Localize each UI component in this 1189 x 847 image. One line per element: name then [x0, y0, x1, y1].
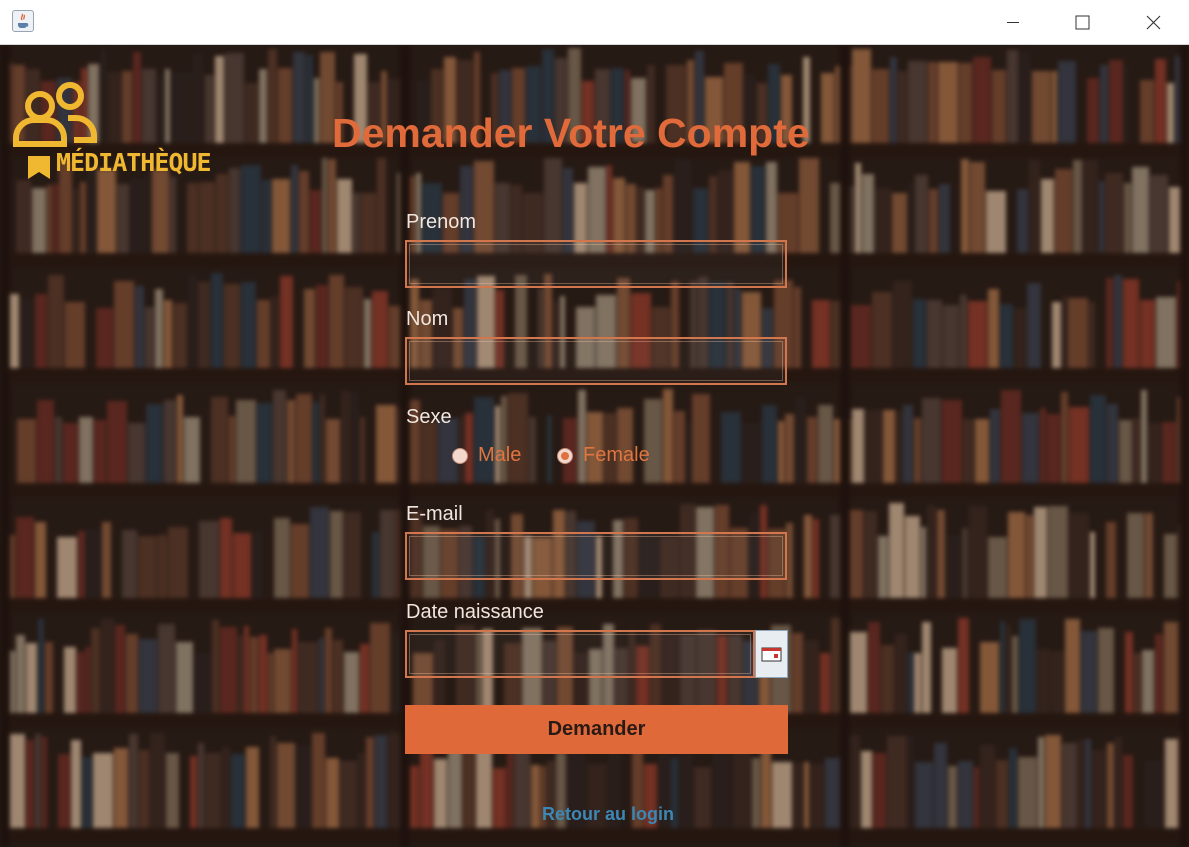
- java-cup-icon[interactable]: [12, 10, 34, 32]
- calendar-button[interactable]: [755, 630, 788, 678]
- minimize-icon: [1007, 22, 1019, 23]
- date-field[interactable]: [405, 630, 755, 678]
- prenom-label: Prenom: [406, 211, 477, 233]
- window-titlebar: [0, 0, 1189, 45]
- prenom-field[interactable]: [405, 240, 787, 288]
- sexe-label: Sexe: [406, 406, 452, 428]
- minimize-button[interactable]: [990, 0, 1036, 45]
- radio-female-label: Female: [583, 444, 650, 466]
- email-label: E-mail: [406, 503, 463, 525]
- radio-female[interactable]: Female: [557, 444, 650, 467]
- nom-label: Nom: [406, 308, 449, 330]
- demander-button[interactable]: Demander: [405, 705, 788, 754]
- date-input[interactable]: [407, 632, 753, 676]
- maximize-icon: [1075, 15, 1090, 30]
- calendar-icon: [761, 647, 782, 662]
- radio-male[interactable]: Male: [452, 444, 521, 467]
- email-input[interactable]: [407, 534, 785, 578]
- brand-logo-text: MÉDIATHÈQUE: [56, 148, 212, 177]
- retour-login-link-text[interactable]: Retour au login: [542, 804, 674, 824]
- radio-male-label: Male: [478, 444, 522, 466]
- bookmark-icon: [28, 156, 50, 179]
- page-title: Demander Votre Compte: [332, 110, 810, 156]
- email-field[interactable]: [405, 532, 787, 580]
- date-label: Date naissance: [406, 601, 544, 623]
- nom-input[interactable]: [407, 339, 785, 383]
- prenom-input[interactable]: [407, 242, 785, 286]
- radio-male-dot[interactable]: [452, 447, 468, 464]
- retour-login-link: Retour au login: [0, 804, 1189, 825]
- maximize-button[interactable]: [1059, 0, 1105, 45]
- close-button[interactable]: [1130, 0, 1176, 45]
- close-icon: [1146, 15, 1161, 30]
- radio-female-dot[interactable]: [557, 447, 573, 464]
- nom-field[interactable]: [405, 337, 787, 385]
